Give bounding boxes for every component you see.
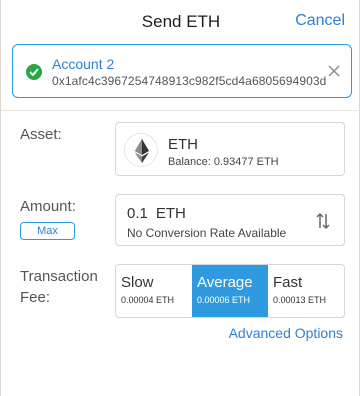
check-icon <box>26 64 42 80</box>
amount-unit: ETH <box>155 205 186 222</box>
fee-selector: Slow 0.00004 ETH Average 0.00006 ETH Fas… <box>115 264 345 318</box>
fee-option-value: 0.00006 ETH <box>197 295 251 305</box>
fee-option-name: Slow <box>121 274 154 291</box>
amount-label: Amount: <box>20 198 76 215</box>
account-selector[interactable]: Account 2 0x1afc4c3967254748913c982f5cd4… <box>12 44 352 98</box>
ethereum-icon <box>124 133 158 167</box>
cancel-button[interactable]: Cancel <box>295 12 345 30</box>
account-name: Account 2 <box>52 56 115 72</box>
asset-selector[interactable]: ETH Balance: 0.93477 ETH <box>115 122 345 176</box>
balance-label: Balance: <box>168 156 211 168</box>
fee-option-fast[interactable]: Fast 0.00013 ETH <box>268 265 344 317</box>
fee-label-line2: Fee: <box>20 289 51 306</box>
fee-label: Transaction Fee: <box>20 266 98 308</box>
balance-value: 0.93477 ETH <box>213 156 279 168</box>
fee-option-name: Average <box>197 274 253 291</box>
advanced-options-link[interactable]: Advanced Options <box>229 325 343 341</box>
amount-input[interactable]: 0.1 ETH No Conversion Rate Available <box>115 194 345 246</box>
amount-value: 0.1 <box>127 205 148 222</box>
fee-option-value: 0.00013 ETH <box>273 295 327 305</box>
send-panel: Send ETH Cancel Account 2 0x1afc4c396725… <box>0 0 360 396</box>
fee-label-line1: Transaction <box>20 268 98 285</box>
fee-option-average[interactable]: Average 0.00006 ETH <box>192 265 268 317</box>
close-icon[interactable] <box>327 64 341 78</box>
amount-value-row: 0.1 ETH <box>127 205 186 222</box>
asset-symbol: ETH <box>168 136 198 153</box>
swap-icon[interactable] <box>316 212 330 235</box>
account-address: 0x1afc4c3967254748913c982f5cd4a680569490… <box>52 74 327 88</box>
fee-option-value: 0.00004 ETH <box>121 295 175 305</box>
header: Send ETH Cancel <box>1 0 360 44</box>
conversion-text: No Conversion Rate Available <box>127 226 287 240</box>
max-button[interactable]: Max <box>20 222 75 240</box>
asset-balance: Balance: 0.93477 ETH <box>168 156 279 168</box>
fee-option-name: Fast <box>273 274 303 291</box>
divider <box>1 110 360 111</box>
asset-label: Asset: <box>20 126 62 143</box>
fee-option-slow[interactable]: Slow 0.00004 ETH <box>116 265 192 317</box>
